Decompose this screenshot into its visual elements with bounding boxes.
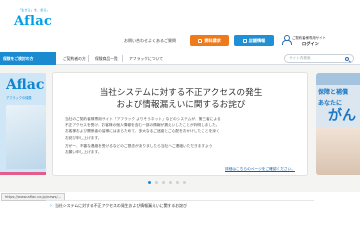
document-request-label: 資料請求 [204,37,221,43]
nav-divider [88,55,89,62]
nav-item-considering[interactable]: 保険をご検討の方 [0,52,56,65]
mypage-caption: ご契約者様専用サイト [292,36,326,40]
notice-text: 当社のご契約者様専用サイト「アフラック よりそうネット」などのシステムが、第三者… [65,117,221,121]
notice-text: 不正アクセスを受け、お客様の個人情報を含む一部の情報が漏えいしたことが判明しまし… [65,123,220,128]
notice-details-link[interactable]: 詳細はこちらのページをご確認ください。 [225,167,295,172]
notice-title: 当社システムに対する不正アクセスの発生 および情報漏えいに関するお詫び [53,87,309,111]
nav-item-products[interactable]: 保険商品一覧 [92,52,118,65]
next-slide-banner[interactable]: 保障と補償 あなたに がん [316,73,360,175]
notice-title-line-2: および情報漏えいに関するお詫び [116,100,246,110]
store-info-button[interactable]: 店舗情報 [234,35,274,46]
carousel-dot[interactable] [183,181,186,184]
chevron-right-icon: › [50,203,52,209]
logo-wordmark: Aflac [14,14,53,29]
previous-slide-banner[interactable]: Aflac アフラックの保険 [0,73,46,175]
banner-logo: Aflac [6,77,45,93]
faq-link[interactable]: よくあるご質問 [148,38,176,44]
search-icon[interactable] [345,57,349,61]
lower-content [0,212,360,240]
contact-link[interactable]: お問い合わせ [124,38,148,44]
user-icon [282,35,292,45]
banner-heading: 保障と補償 [318,89,349,96]
carousel-dot[interactable] [162,181,165,184]
search-input[interactable]: サイト内検索 [289,56,311,61]
logo-tagline: 「生きる」を、創る。 [18,8,50,12]
notice-text: お客様および関係者の皆様にはあらためて、多大なるご迷惑とご心配をおかけしたことを… [65,129,220,134]
mypage-login-label: ログイン [302,41,319,46]
document-request-button[interactable]: 資料請求 [190,35,229,46]
notice-body: 当社のご契約者様専用サイト「アフラック よりそうネット」などのシステムが、第三者… [65,116,297,157]
notice-title-line-1: 当社システムに対する不正アクセスの発生 [99,88,263,98]
nav-divider [122,55,123,62]
notice-text: お願い申し上げます。 [65,150,102,155]
banner-accent-bar [0,172,46,175]
nav-item-policyholders[interactable]: ご契約者の方 [60,52,86,65]
carousel-indicators [148,181,212,185]
news-notice-link[interactable]: 当社システムに対する不正アクセスの発生および情報漏えいに関するお詫び [55,203,187,209]
carousel-dot[interactable] [148,181,151,184]
store-icon [242,38,247,43]
banner-header-band [316,73,360,85]
banner-photo [6,105,46,169]
nav-item-about[interactable]: アフラックについて [126,52,163,65]
site-header: 「生きる」を、創る。 Aflac お問い合わせ よくあるご質問 資料請求 店舗情… [0,0,360,52]
site-search[interactable]: サイト内検索 [284,54,354,63]
carousel-dot[interactable] [176,181,179,184]
aflac-logo[interactable]: 「生きる」を、創る。 Aflac [14,8,54,48]
document-icon [198,38,203,43]
notice-text: お詫び申し上げます。 [65,135,102,140]
banner-subtitle: アフラックの保険 [6,96,32,100]
mypage-login-button[interactable]: ご契約者様専用サイト ログイン [280,32,358,48]
banner-highlight: がん [328,108,356,124]
apology-notice-card: 当社システムに対する不正アクセスの発生 および情報漏えいに関するお詫び 当社のご… [52,72,308,176]
carousel-dot[interactable] [155,181,158,184]
carousel-dot[interactable] [169,181,172,184]
store-info-label: 店舗情報 [248,37,266,43]
notice-text: 万が一、不審な連絡を受けるなどのご懸念がありましたら当社へご連絡いただきますよう [65,143,213,148]
banner-photo [316,127,360,175]
